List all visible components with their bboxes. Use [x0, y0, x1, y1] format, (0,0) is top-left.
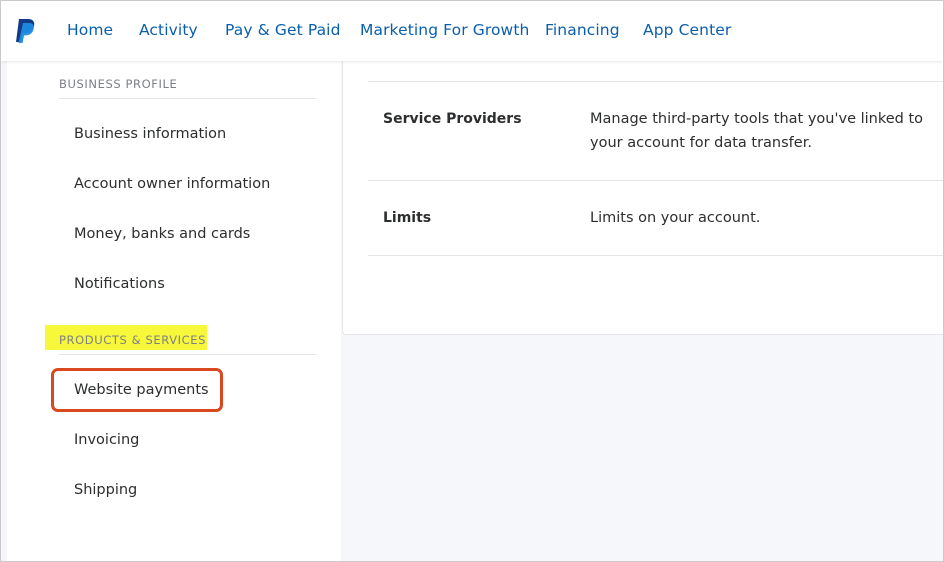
- nav-pay-and-get-paid[interactable]: Pay & Get Paid: [225, 21, 341, 39]
- row-title: Limits: [383, 210, 432, 226]
- row-description: Manage third-party tools that you've lin…: [590, 111, 924, 151]
- section-divider: [59, 98, 316, 99]
- browser-frame: Home Activity Pay & Get Paid Marketing F…: [0, 0, 944, 562]
- section-label-products-and-services: PRODUCTS & SERVICES: [59, 333, 207, 347]
- section-label-business-profile: BUSINESS PROFILE: [59, 77, 178, 91]
- settings-card: Service Providers Manage third-party too…: [342, 61, 943, 335]
- sidebar-item-shipping[interactable]: Shipping: [74, 482, 137, 498]
- nav-marketing-for-growth[interactable]: Marketing For Growth: [360, 21, 529, 39]
- settings-sidebar: BUSINESS PROFILE Business information Ac…: [7, 61, 341, 561]
- sidebar-item-invoicing[interactable]: Invoicing: [74, 432, 139, 448]
- row-divider: [368, 81, 943, 82]
- sidebar-item-notifications[interactable]: Notifications: [74, 276, 165, 292]
- nav-app-center[interactable]: App Center: [643, 21, 731, 39]
- paypal-logo-icon[interactable]: [14, 18, 38, 44]
- row-divider: [368, 180, 943, 181]
- sidebar-item-money-banks-and-cards[interactable]: Money, banks and cards: [74, 226, 250, 242]
- section-divider: [59, 354, 316, 355]
- row-divider: [368, 255, 943, 256]
- sidebar-item-account-owner-information[interactable]: Account owner information: [74, 176, 270, 192]
- sidebar-item-business-information[interactable]: Business information: [74, 126, 226, 142]
- row-description: Limits on your account.: [590, 210, 761, 226]
- top-navigation-bar: Home Activity Pay & Get Paid Marketing F…: [1, 1, 943, 61]
- row-title: Service Providers: [383, 111, 522, 127]
- nav-activity[interactable]: Activity: [139, 21, 198, 39]
- nav-home[interactable]: Home: [67, 21, 113, 39]
- sidebar-item-website-payments[interactable]: Website payments: [74, 382, 209, 398]
- nav-financing[interactable]: Financing: [545, 21, 620, 39]
